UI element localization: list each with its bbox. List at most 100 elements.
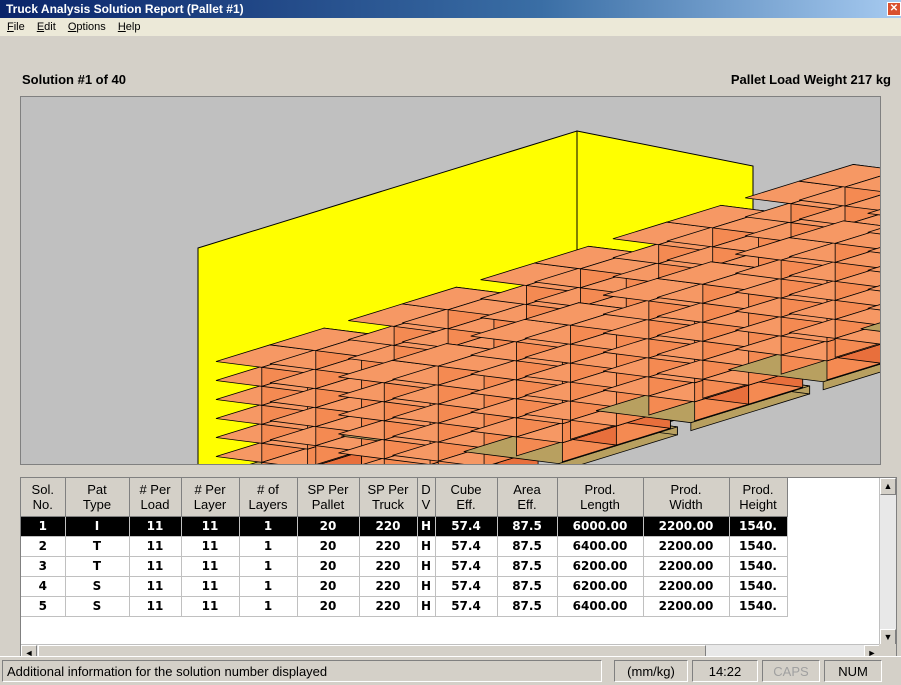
table-cell: 87.5 (497, 556, 558, 577)
table-cell: 87.5 (497, 576, 558, 597)
table-cell: 20 (297, 556, 360, 577)
column-header[interactable]: Prod. Width (643, 478, 730, 517)
status-time: 14:22 (692, 660, 758, 682)
window-title: Truck Analysis Solution Report (Pallet #… (6, 2, 244, 16)
table-cell: T (65, 556, 130, 577)
truck-3d-view (20, 96, 881, 465)
title-bar: Truck Analysis Solution Report (Pallet #… (0, 0, 901, 18)
table-cell: 220 (359, 516, 418, 537)
status-bar: Additional information for the solution … (0, 656, 901, 685)
table-cell: 1540. (729, 576, 788, 597)
solutions-table[interactable]: Sol. No. Pat Type # Per Load # Per Layer # of Lay… (20, 477, 897, 662)
table-cell: 2200.00 (643, 576, 730, 597)
column-header[interactable]: Pat Type (65, 478, 130, 517)
menu-bar: File Edit Options Help (0, 18, 901, 36)
table-cell: 11 (181, 576, 240, 597)
table-row[interactable]: 5 S 11 11 1 20 220 H 57.4 87.5 6400.00 2200.00 1540. (21, 596, 788, 617)
column-header[interactable]: # Per Layer (181, 478, 240, 517)
table-cell: 1540. (729, 516, 788, 537)
menu-help[interactable]: Help (118, 18, 141, 36)
table-row[interactable]: 2 T 11 11 1 20 220 H 57.4 87.5 6400.00 2200.00 1540. (21, 536, 788, 557)
vertical-scrollbar[interactable]: ▲ ▼ (879, 478, 896, 646)
table-cell: 11 (181, 536, 240, 557)
table-cell: 1540. (729, 536, 788, 557)
table-cell: 1 (239, 516, 298, 537)
table-cell: 11 (181, 556, 240, 577)
table-cell: 3 (21, 556, 66, 577)
column-header[interactable]: Sol. No. (21, 478, 66, 517)
table-cell: 57.4 (435, 576, 498, 597)
table-cell: 57.4 (435, 556, 498, 577)
table-cell: T (65, 536, 130, 557)
table-cell: 11 (129, 596, 182, 617)
table-cell: 2200.00 (643, 536, 730, 557)
table-cell: 11 (129, 576, 182, 597)
table-cell: S (65, 596, 130, 617)
table-cell: 20 (297, 516, 360, 537)
column-header[interactable]: Area Eff. (497, 478, 558, 517)
table-cell: 220 (359, 556, 418, 577)
menu-edit[interactable]: Edit (37, 18, 56, 36)
table-cell: 57.4 (435, 536, 498, 557)
table-header: Sol. No. Pat Type # Per Load # Per Layer # of Lay… (21, 478, 788, 517)
table-cell: 6400.00 (557, 596, 644, 617)
table-cell: 6200.00 (557, 576, 644, 597)
table-cell: H (417, 576, 436, 597)
table-cell: 11 (181, 596, 240, 617)
table-cell: 1 (239, 556, 298, 577)
table-cell: 5 (21, 596, 66, 617)
table-row[interactable]: 4 S 11 11 1 20 220 H 57.4 87.5 6200.00 2200.00 1540. (21, 576, 788, 597)
status-caps: CAPS (762, 660, 820, 682)
column-header[interactable]: Prod. Height (729, 478, 788, 517)
column-header[interactable]: Prod. Length (557, 478, 644, 517)
table-row[interactable]: 3 T 11 11 1 20 220 H 57.4 87.5 6200.00 2200.00 1540. (21, 556, 788, 577)
table-cell: 220 (359, 576, 418, 597)
table-cell: 6000.00 (557, 516, 644, 537)
table-cell: 11 (181, 516, 240, 537)
table-cell: 2200.00 (643, 556, 730, 577)
table-cell: 6400.00 (557, 536, 644, 557)
report-panel: Solution #1 of 40 Pallet Load Weight 217… (0, 36, 901, 662)
table-cell: 20 (297, 576, 360, 597)
table-cell: 2200.00 (643, 596, 730, 617)
table-cell: H (417, 556, 436, 577)
column-header[interactable]: Cube Eff. (435, 478, 498, 517)
table-cell: 1 (239, 576, 298, 597)
table-cell: 87.5 (497, 516, 558, 537)
table-cell: H (417, 596, 436, 617)
table-cell: 11 (129, 516, 182, 537)
table-cell: 87.5 (497, 536, 558, 557)
menu-file[interactable]: File (7, 18, 25, 36)
table-row[interactable]: 1 I 11 11 1 20 220 H 57.4 87.5 6000.00 2200.00 1540. (21, 516, 788, 537)
table-cell: 11 (129, 536, 182, 557)
solution-label: Solution #1 of 40 (22, 72, 127, 87)
pallet-weight-label: Pallet Load Weight 217 kg (730, 72, 891, 87)
table-cell: 20 (297, 596, 360, 617)
table-cell: 11 (129, 556, 182, 577)
column-header[interactable]: DV (417, 478, 436, 517)
status-units: (mm/kg) (614, 660, 688, 682)
table-cell: 57.4 (435, 516, 498, 537)
column-header[interactable]: # of Layers (239, 478, 298, 517)
column-header[interactable]: SP Per Pallet (297, 478, 360, 517)
scroll-up-icon[interactable]: ▲ (880, 478, 896, 495)
table-cell: H (417, 516, 436, 537)
table-cell: 6200.00 (557, 556, 644, 577)
table-cell: 220 (359, 536, 418, 557)
status-num: NUM (824, 660, 882, 682)
table-cell: S (65, 576, 130, 597)
table-cell: 87.5 (497, 596, 558, 617)
table-cell: 1540. (729, 596, 788, 617)
status-message: Additional information for the solution … (2, 660, 602, 682)
column-header[interactable]: SP Per Truck (359, 478, 418, 517)
truck-diagram (197, 130, 880, 464)
table-cell: 1 (239, 596, 298, 617)
close-button[interactable]: ✕ (887, 2, 901, 16)
table-cell: 57.4 (435, 596, 498, 617)
table-cell: 1 (239, 536, 298, 557)
column-header[interactable]: # Per Load (129, 478, 182, 517)
table-cell: 2200.00 (643, 516, 730, 537)
table-cell: 4 (21, 576, 66, 597)
menu-options[interactable]: Options (68, 18, 106, 36)
table-cell: 220 (359, 596, 418, 617)
